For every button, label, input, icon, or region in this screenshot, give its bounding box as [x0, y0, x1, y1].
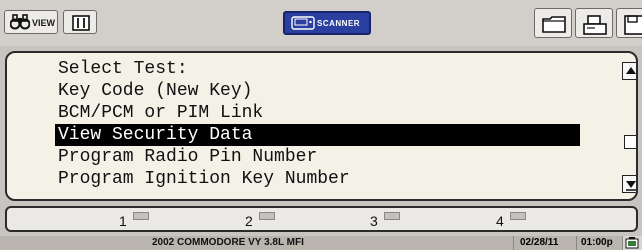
function-key-3-label: 3 — [370, 213, 378, 229]
function-key-4[interactable]: 4 — [496, 211, 536, 229]
print-icon — [583, 15, 607, 35]
toolbar: VIEW SCANNER — [0, 0, 642, 46]
function-key-3-indicator — [384, 212, 400, 220]
split-screen-icon — [72, 15, 90, 31]
battery-icon — [625, 237, 639, 249]
function-key-1-label: 1 — [119, 213, 127, 229]
function-key-2[interactable]: 2 — [245, 211, 285, 229]
menu-item-program-radio-pin[interactable]: Program Radio Pin Number — [55, 146, 580, 168]
test-menu-list: Select Test: Key Code (New Key) BCM/PCM … — [55, 58, 580, 190]
view-button-label: VIEW — [32, 18, 56, 28]
scroll-up-arrow-icon — [626, 67, 636, 74]
function-key-2-label: 2 — [245, 213, 253, 229]
menu-heading: Select Test: — [58, 59, 188, 79]
menu-item-program-ignition-key[interactable]: Program Ignition Key Number — [55, 168, 580, 190]
scanner-device-icon — [291, 16, 315, 30]
status-date: 02/28/11 — [513, 236, 575, 250]
menu-item-view-security-data[interactable]: View Security Data — [55, 124, 580, 146]
binoculars-icon — [10, 14, 30, 30]
battery-indicator — [622, 236, 642, 250]
function-key-1[interactable]: 1 — [119, 211, 159, 229]
status-bar: 2002 COMMODORE VY 3.8L MFI 02/28/11 01:0… — [0, 236, 642, 250]
save-button[interactable] — [616, 8, 642, 38]
scanner-button[interactable]: SCANNER — [283, 11, 371, 35]
function-key-4-indicator — [510, 212, 526, 220]
open-folder-button[interactable] — [534, 8, 572, 38]
function-key-4-label: 4 — [496, 213, 504, 229]
function-key-bar: 1 2 3 4 — [5, 206, 638, 232]
scroll-down-button[interactable] — [622, 175, 636, 193]
print-button[interactable] — [575, 8, 613, 38]
function-key-2-indicator — [259, 212, 275, 220]
save-icon — [624, 15, 642, 35]
status-time: 01:00p — [576, 236, 620, 250]
scroll-down-arrow-icon — [626, 181, 636, 191]
test-menu-panel: Select Test: Key Code (New Key) BCM/PCM … — [5, 51, 638, 201]
scanner-button-label: SCANNER — [317, 19, 361, 28]
scroll-up-button[interactable] — [622, 62, 636, 80]
scroll-thumb[interactable] — [624, 135, 636, 149]
vehicle-info: 2002 COMMODORE VY 3.8L MFI — [152, 237, 304, 248]
menu-item-bcm-pcm-pim-link[interactable]: BCM/PCM or PIM Link — [55, 102, 580, 124]
view-button[interactable]: VIEW — [4, 10, 58, 34]
function-key-3[interactable]: 3 — [370, 211, 410, 229]
menu-item-key-code[interactable]: Key Code (New Key) — [55, 80, 580, 102]
split-screen-button[interactable] — [63, 10, 97, 34]
function-key-1-indicator — [133, 212, 149, 220]
folder-icon — [542, 16, 566, 33]
